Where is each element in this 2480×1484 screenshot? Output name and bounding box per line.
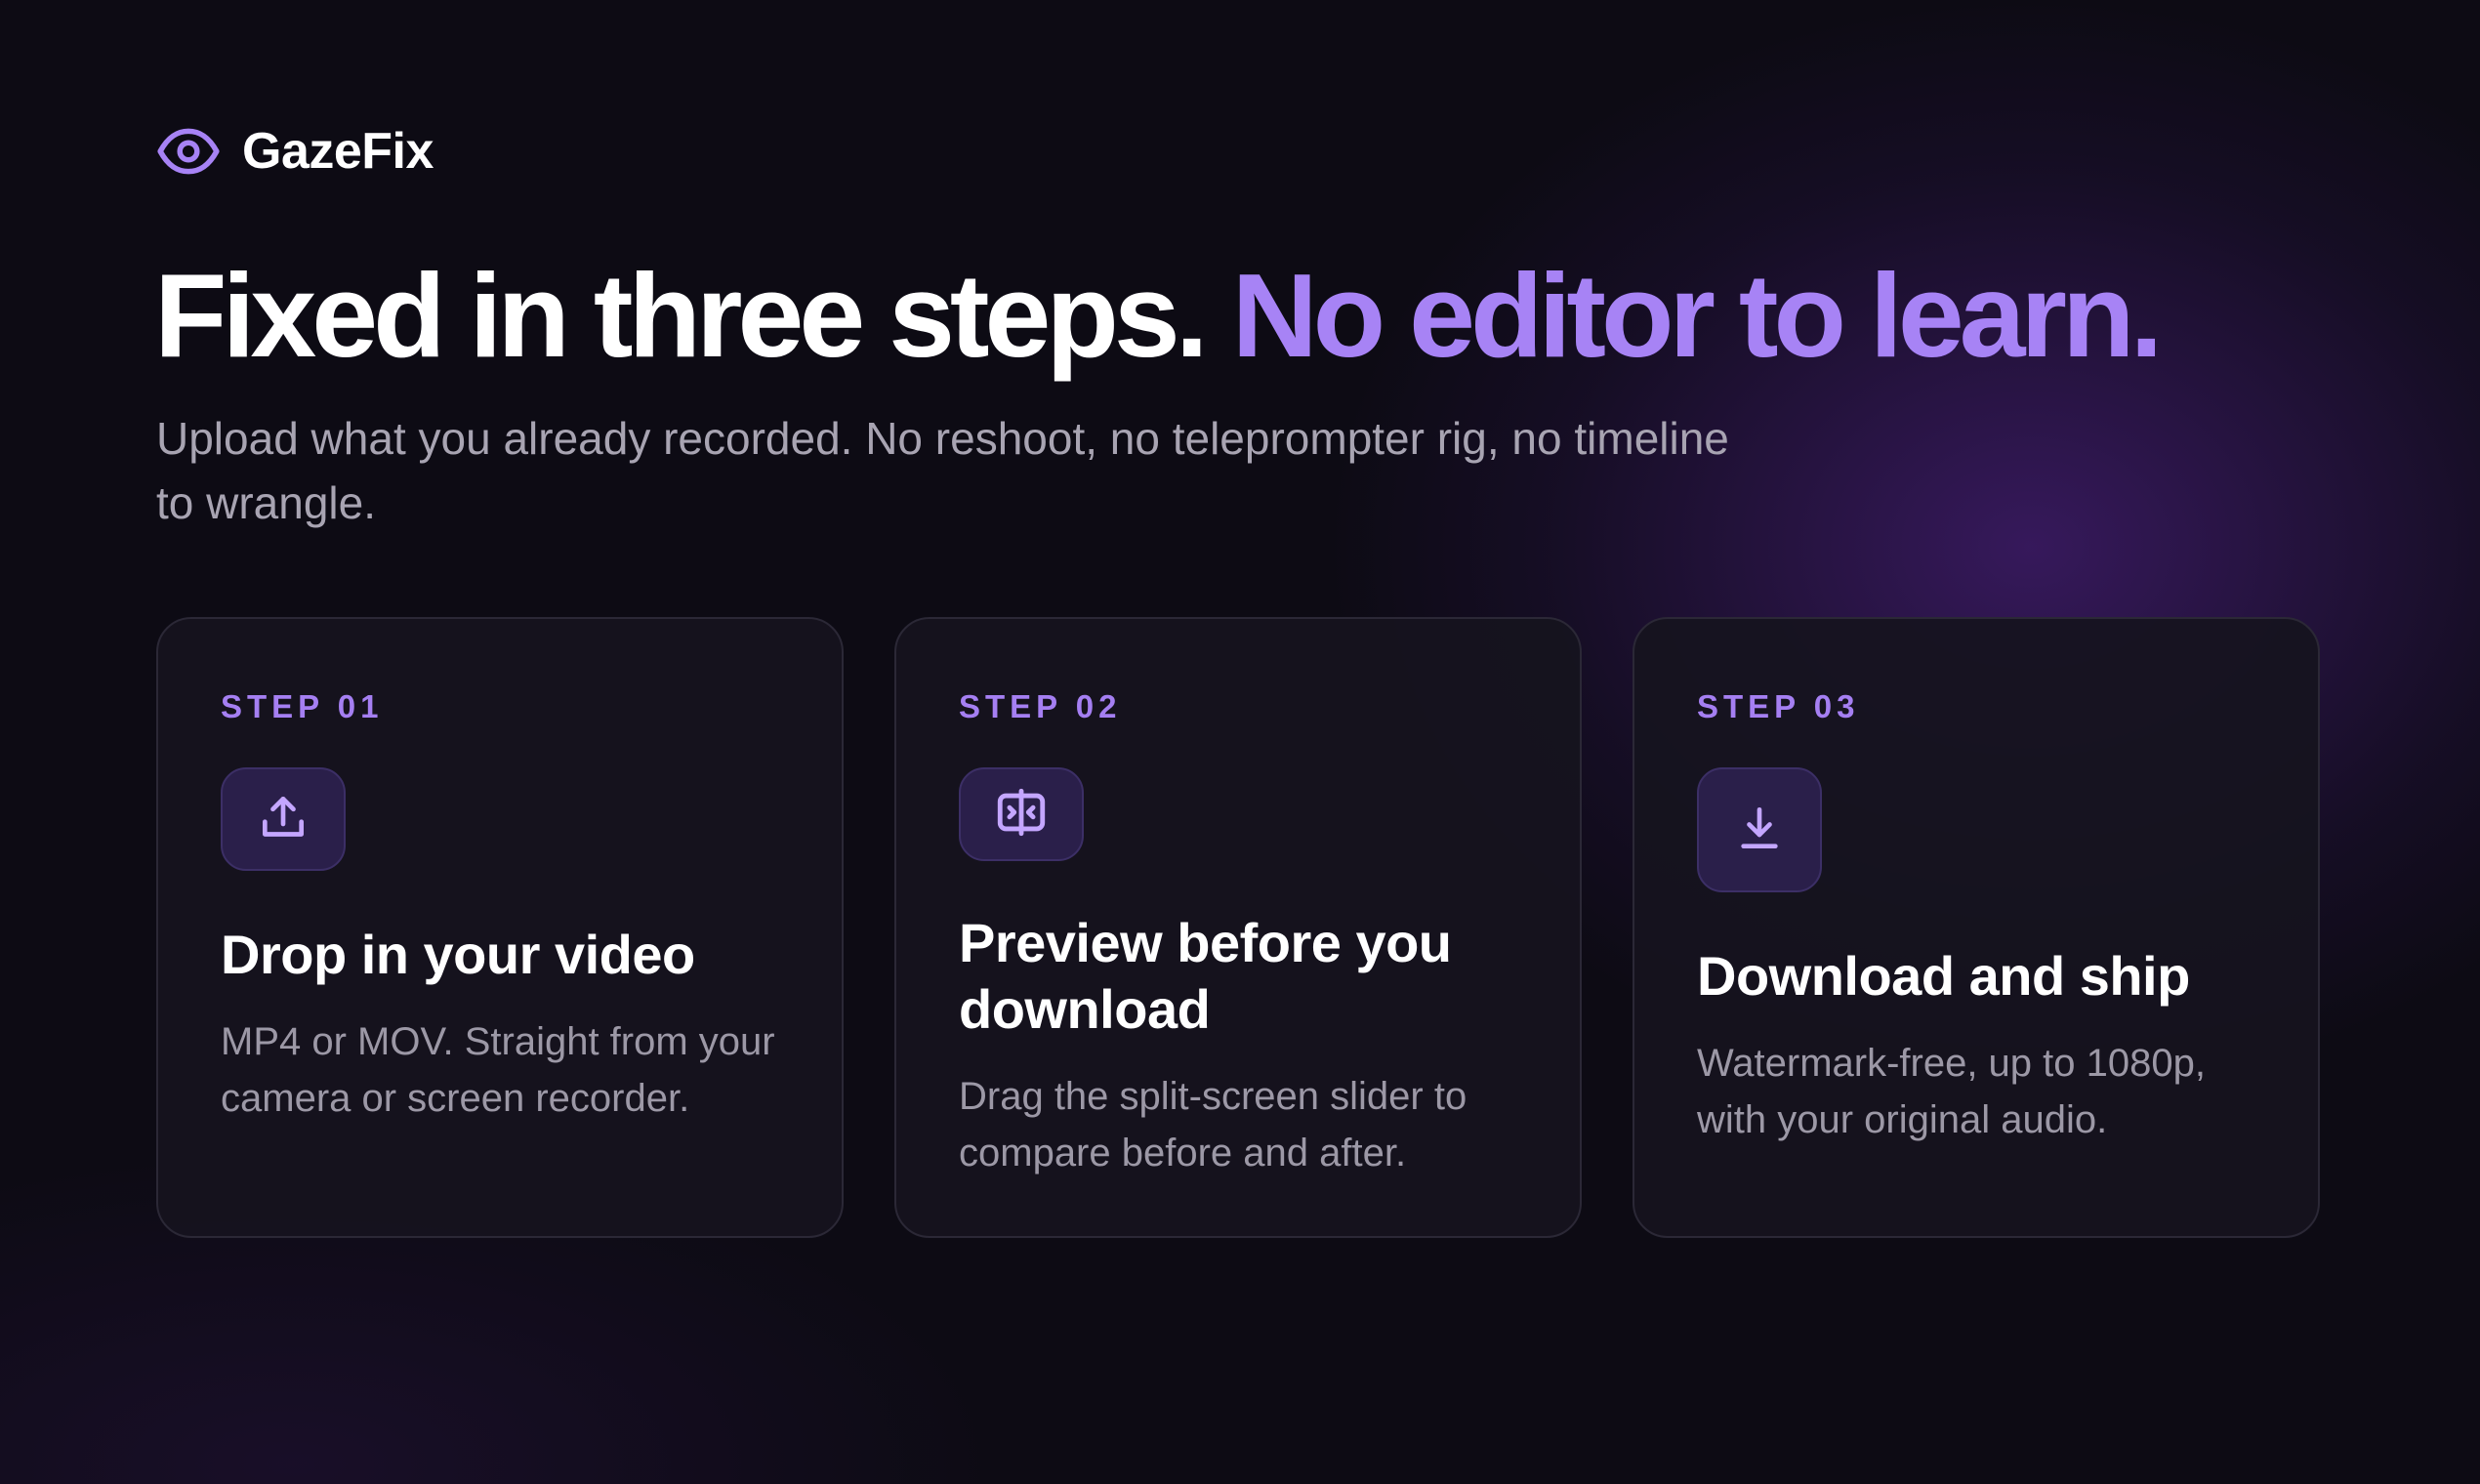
step-title: Preview before you download [959,912,1452,1040]
step-icon-tile [221,767,346,871]
step-description: Watermark-free, up to 1080p, with your o… [1697,1042,2206,1141]
step-card-2: STEP 02 Preview before you download Drag… [894,617,1582,1238]
step-label: STEP 03 [1697,688,1860,724]
brand-name: GazeFix [242,123,434,180]
step-card-3: STEP 03 Download and ship Watermark-free… [1633,617,2320,1238]
eye-icon [156,119,221,184]
page-subheading: Upload what you already recorded. No res… [156,413,1729,528]
step-description: MP4 or MOV. Straight from your camera or… [221,1020,775,1120]
split-screen-icon [993,784,1050,845]
step-icon-tile [959,767,1084,861]
step-icon-tile [1697,767,1822,892]
step-title: Drop in your video [221,924,695,985]
brand-logo[interactable]: GazeFix [156,119,434,184]
download-icon [1732,801,1787,860]
headline-accent: No editor to learn. [1231,249,2164,382]
headline-main: Fixed in three steps. [154,249,1209,382]
step-card-1: STEP 01 Drop in your video MP4 or MOV. S… [156,617,844,1238]
step-label: STEP 02 [959,688,1122,724]
upload-icon [256,790,310,849]
step-title: Download and ship [1697,945,2190,1007]
page-headline: Fixed in three steps. No editor to learn… [154,242,2164,389]
step-description: Drag the split-screen slider to compare … [959,1075,1467,1175]
step-label: STEP 01 [221,688,384,724]
